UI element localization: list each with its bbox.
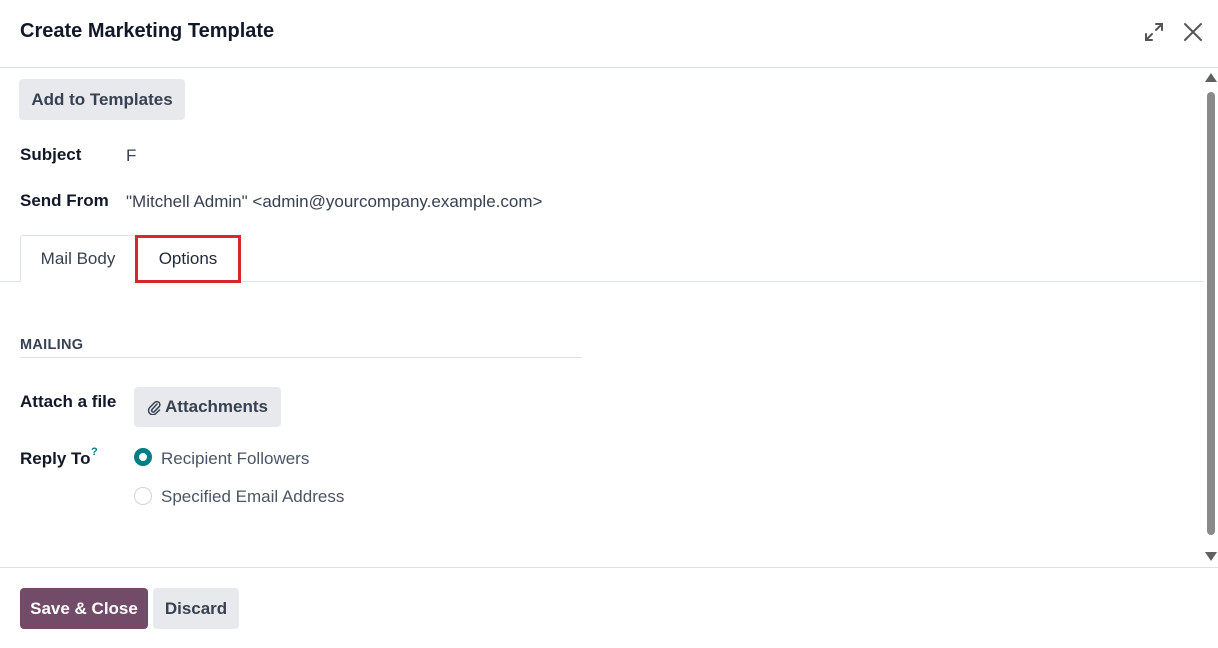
tab-options[interactable]: Options: [135, 235, 241, 283]
reply-to-help-icon[interactable]: ?: [91, 446, 98, 458]
add-to-templates-button[interactable]: Add to Templates: [19, 79, 185, 120]
save-close-button[interactable]: Save & Close: [20, 588, 148, 629]
scrollbar-thumb[interactable]: [1207, 92, 1215, 535]
attach-file-label: Attach a file: [20, 392, 117, 411]
dialog-header: Create Marketing Template: [0, 0, 1218, 68]
attachments-button-label: Attachments: [165, 397, 268, 416]
recipient-followers-label[interactable]: Recipient Followers: [161, 449, 309, 469]
attachments-button[interactable]: Attachments: [134, 387, 281, 427]
mailing-section-title: MAILING: [20, 337, 84, 353]
discard-button[interactable]: Discard: [153, 588, 239, 629]
footer-divider: [0, 567, 1218, 568]
reply-to-label: Reply To: [20, 449, 91, 468]
send-from-field[interactable]: "Mitchell Admin" <admin@yourcompany.exam…: [126, 192, 542, 212]
tab-mail-body[interactable]: Mail Body: [20, 235, 136, 282]
send-from-label: Send From: [20, 191, 109, 210]
section-divider: [20, 357, 582, 358]
radio-recipient-followers[interactable]: [134, 448, 152, 466]
radio-specified-email[interactable]: [134, 487, 152, 505]
tab-options-label: Options: [158, 249, 218, 268]
dialog-title: Create Marketing Template: [20, 20, 275, 42]
specified-email-label[interactable]: Specified Email Address: [161, 487, 344, 507]
subject-label: Subject: [20, 145, 82, 164]
close-icon[interactable]: [1181, 20, 1205, 44]
scroll-up-arrow-icon[interactable]: [1205, 73, 1217, 82]
scroll-down-arrow-icon[interactable]: [1205, 552, 1217, 561]
tab-mail-body-label: Mail Body: [40, 248, 116, 268]
paperclip-icon: [147, 400, 161, 415]
subject-field[interactable]: F: [126, 146, 136, 166]
expand-icon[interactable]: [1142, 20, 1166, 44]
